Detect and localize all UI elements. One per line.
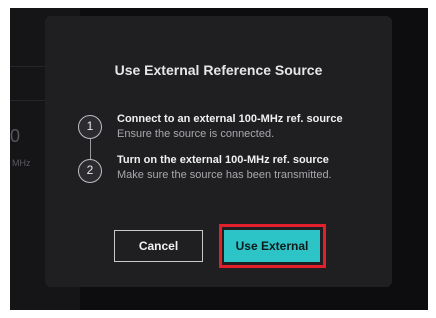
cancel-button[interactable]: Cancel <box>114 230 203 262</box>
step-1-subtitle: Ensure the source is connected. <box>117 128 275 140</box>
external-reference-dialog: Use External Reference Source 1 Connect … <box>45 16 392 287</box>
step-1-number-badge: 1 <box>78 115 102 139</box>
step-2-title: Turn on the external 100-MHz ref. source <box>117 154 329 166</box>
highlight-box <box>219 224 326 268</box>
step-2: Turn on the external 100-MHz ref. source… <box>117 154 332 181</box>
step-2-number-badge: 2 <box>78 159 102 183</box>
step-1: Connect to an external 100-MHz ref. sour… <box>117 113 343 140</box>
background-value: 0 <box>10 126 21 146</box>
step-1-title: Connect to an external 100-MHz ref. sour… <box>117 113 343 125</box>
step-2-subtitle: Make sure the source has been transmitte… <box>117 169 332 181</box>
dialog-title: Use External Reference Source <box>114 62 323 78</box>
background-unit-label: MHz <box>12 158 31 168</box>
